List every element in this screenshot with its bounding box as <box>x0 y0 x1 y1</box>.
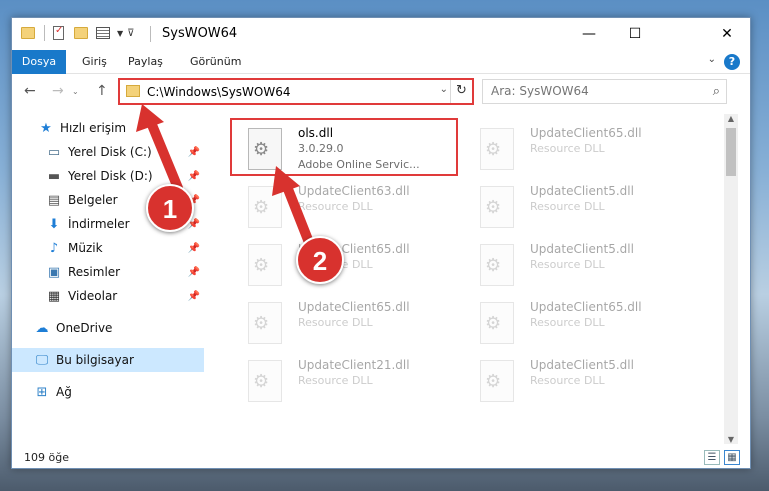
step-marker-2: 2 <box>296 236 344 284</box>
annotation-arrows <box>136 104 317 255</box>
step-marker-1: 1 <box>146 184 194 232</box>
arrow-1 <box>145 115 183 193</box>
